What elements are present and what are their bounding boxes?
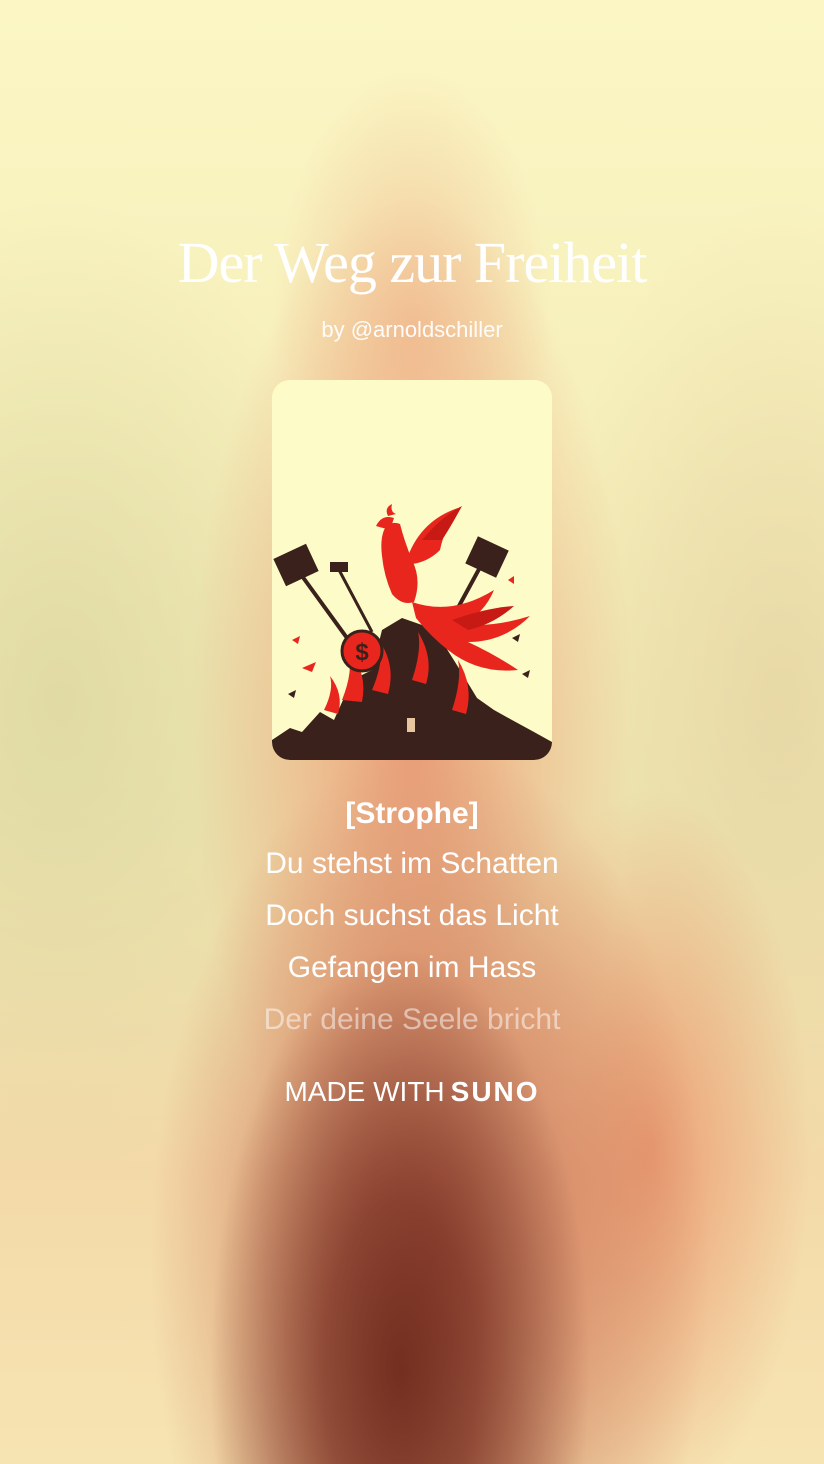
- song-title: Der Weg zur Freiheit: [177, 230, 648, 295]
- lyric-line: Doch suchst das Licht: [265, 899, 559, 932]
- cover-art: $: [272, 380, 552, 760]
- svg-text:$: $: [355, 639, 369, 666]
- lyric-line: Der deine Seele bricht: [263, 1003, 561, 1036]
- share-card: Der Weg zur Freiheit by @arnoldschiller …: [0, 0, 824, 1464]
- lyrics-section-label: [Strophe]: [345, 797, 479, 830]
- lyric-line: Gefangen im Hass: [287, 951, 537, 984]
- lyrics-block: [Strophe] Du stehst im Schatten Doch suc…: [0, 790, 824, 1046]
- made-with-label: MADE WITH: [284, 1076, 445, 1107]
- lyric-line: Du stehst im Schatten: [265, 847, 559, 880]
- song-author[interactable]: by @arnoldschiller: [0, 316, 824, 344]
- phoenix-artwork-icon: $: [272, 380, 552, 760]
- suno-logo: SUNO: [450, 1076, 540, 1107]
- made-with-badge[interactable]: MADE WITH SUNO: [0, 1072, 824, 1112]
